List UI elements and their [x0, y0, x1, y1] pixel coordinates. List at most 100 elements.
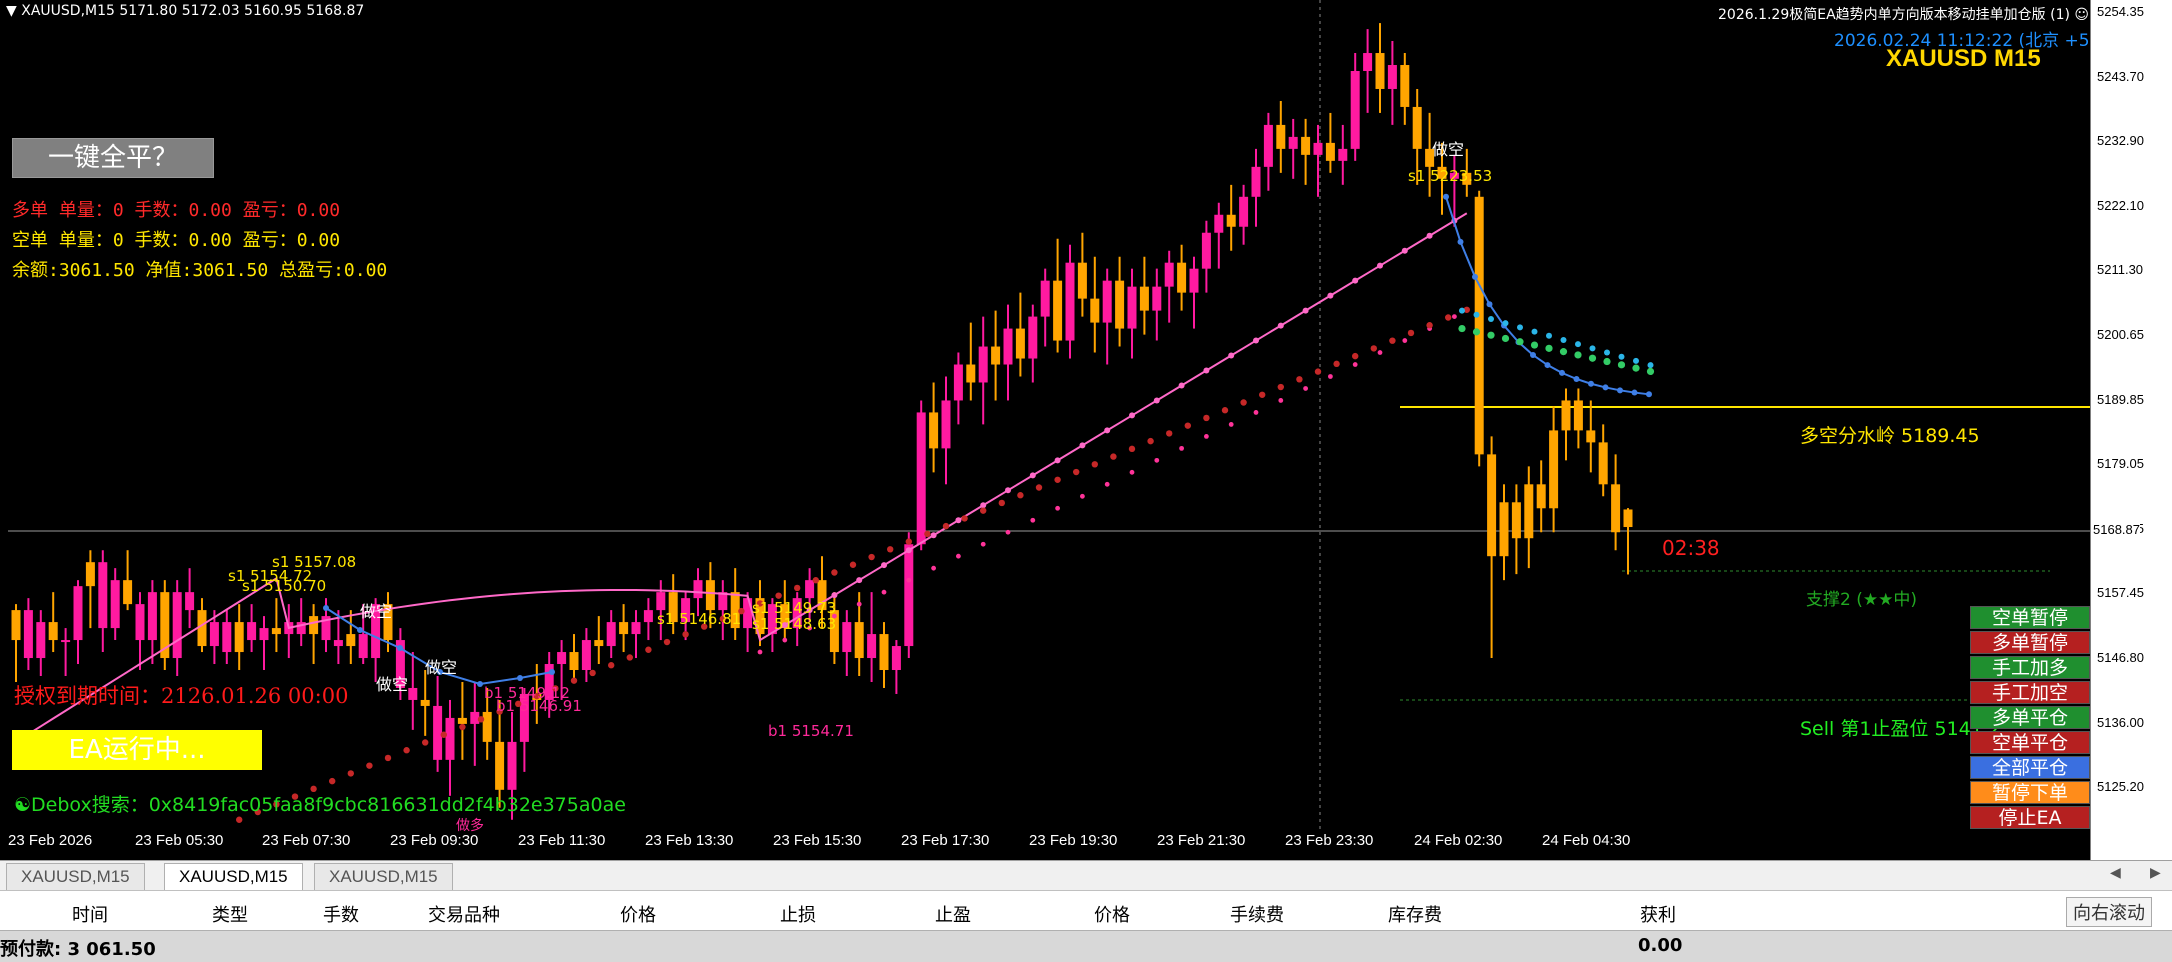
- lower-trend-dot: [440, 731, 447, 738]
- candle-body: [1164, 262, 1174, 287]
- price-tick-label: 5146.80: [2097, 650, 2144, 665]
- ea-control-button[interactable]: 空单暂停: [1970, 606, 2090, 629]
- candle-body: [433, 705, 443, 760]
- lower-trend-dot: [1352, 352, 1359, 360]
- long-stats: 多单 单量：0 手数：0.00 盈亏：0.00: [12, 200, 341, 221]
- ma-dot: [881, 562, 887, 569]
- lower-trend-dot: [1147, 437, 1154, 445]
- ma-dot: [1253, 337, 1259, 344]
- candle-body: [346, 634, 356, 647]
- terminal-summary: 预付款: 3 061.50 0.00: [0, 930, 2172, 962]
- candle-body: [1102, 280, 1112, 323]
- ea-control-button[interactable]: 停止EA: [1970, 806, 2090, 829]
- time-tick-label: 23 Feb 23:30: [1285, 832, 1374, 849]
- candle-body: [1536, 484, 1546, 509]
- close-all-button[interactable]: 一键全平？: [12, 138, 214, 178]
- dropdown-triangle-icon[interactable]: ▼: [6, 3, 17, 19]
- lower-trend-dot: [663, 638, 671, 646]
- candle-body: [23, 610, 33, 659]
- candle-body: [1115, 280, 1125, 329]
- current-price-tag: 5168.87: [2093, 522, 2140, 537]
- mid-trend-dot: [906, 577, 912, 583]
- candle-body: [271, 628, 281, 635]
- terminal-column-header[interactable]: 止盈: [935, 901, 971, 927]
- time-tick-label: 24 Feb 04:30: [1542, 832, 1631, 849]
- terminal-column-header[interactable]: 库存费: [1388, 901, 1442, 927]
- tab-chart-3[interactable]: XAUUSD,M15: [314, 863, 453, 891]
- upper-band-dot: [1618, 353, 1625, 360]
- ma-dot: [1129, 412, 1135, 419]
- upper-band-dot: [1517, 324, 1523, 331]
- time-tick-label: 23 Feb 17:30: [901, 832, 990, 849]
- scroll-right-icon[interactable]: ▶: [2150, 865, 2161, 881]
- lower-trend-dot: [329, 777, 336, 785]
- terminal-column-header[interactable]: 价格: [1094, 901, 1130, 927]
- candle-body: [916, 412, 926, 545]
- ea-control-button[interactable]: 多单暂停: [1970, 631, 2090, 654]
- upper-band-dot: [1589, 345, 1596, 352]
- ea-control-button[interactable]: 暂停下单: [1970, 781, 2090, 804]
- lower-trend-dot: [1128, 445, 1136, 453]
- lower-trend-dot: [1296, 376, 1303, 383]
- mid-trend-dot: [1204, 433, 1209, 439]
- candle-body: [1127, 286, 1137, 329]
- lower-trend-dot: [682, 631, 689, 638]
- short-stats: 空单 单量：0 手数：0.00 盈亏：0.00: [12, 230, 341, 251]
- trend-dot: [1530, 352, 1536, 359]
- mid-trend-dot: [1055, 505, 1060, 511]
- tab-chart-1[interactable]: XAUUSD,M15: [6, 863, 145, 891]
- profit-summary: 0.00: [1638, 935, 1683, 956]
- terminal-column-header[interactable]: 手数: [323, 901, 359, 927]
- buy-level-3: b1 5154.71: [768, 722, 854, 740]
- terminal-column-header[interactable]: 类型: [212, 901, 248, 927]
- candle-body: [1549, 430, 1559, 509]
- time-tick-label: 23 Feb 15:30: [773, 832, 862, 849]
- terminal-column-header[interactable]: 价格: [620, 901, 656, 927]
- candle-body: [743, 598, 753, 629]
- license-expiry: 授权到期时间：2126.01.26 00:00: [14, 684, 349, 708]
- lower-trend-dot: [868, 553, 875, 561]
- candle-body: [1077, 262, 1087, 299]
- candle-body: [705, 580, 715, 611]
- terminal-column-header[interactable]: 时间: [72, 901, 108, 927]
- candle-body: [1350, 71, 1360, 149]
- candle-body: [1065, 262, 1075, 341]
- terminal-column-header[interactable]: 止损: [780, 901, 816, 927]
- terminal-column-header[interactable]: 手续费: [1230, 901, 1284, 927]
- scroll-left-icon[interactable]: ◀: [2110, 865, 2121, 881]
- candle-body: [854, 622, 864, 659]
- short-signal-a: 做空: [360, 602, 393, 621]
- ea-control-button[interactable]: 手工加空: [1970, 681, 2090, 704]
- price-axis[interactable]: 5254.35 5243.70 5232.90 5222.10 5211.30 5200.…: [2090, 0, 2172, 860]
- candle-body: [185, 592, 195, 611]
- terminal-column-header[interactable]: 交易品种: [428, 901, 500, 927]
- mid-trend-dot: [980, 541, 986, 547]
- terminal-column-header[interactable]: 获利: [1640, 901, 1676, 927]
- ea-control-button[interactable]: 全部平仓: [1970, 756, 2090, 779]
- tab-chart-2[interactable]: XAUUSD,M15: [164, 863, 303, 891]
- time-tick-label: 23 Feb 13:30: [645, 832, 734, 849]
- scroll-right-button[interactable]: 向右滚动: [2066, 897, 2152, 927]
- chart-header-text: XAUUSD,M15 5171.80 5172.03 5160.95 5168.…: [21, 3, 365, 19]
- lower-trend-dot: [1054, 476, 1061, 483]
- candle-body: [1499, 502, 1509, 557]
- ea-control-button[interactable]: 手工加多: [1970, 656, 2090, 679]
- candle-body: [358, 634, 368, 659]
- candle-body: [904, 544, 914, 647]
- ea-control-button[interactable]: 多单平仓: [1970, 706, 2090, 729]
- lower-trend-dot: [1110, 453, 1117, 460]
- debox-search: ☯Debox搜索：0x8419fac05faa8f9cbc816631dd2f4…: [14, 794, 626, 816]
- lower-trend-dot: [942, 522, 950, 530]
- candle-body: [631, 622, 641, 635]
- price-chart[interactable]: ▼ XAUUSD,M15 5171.80 5172.03 5160.95 516…: [0, 0, 2172, 860]
- candle-body: [606, 622, 616, 647]
- candle-body: [941, 400, 951, 449]
- support-label: 支撑2 (★★中): [1806, 590, 1917, 610]
- time-tick-label: 23 Feb 07:30: [262, 832, 351, 849]
- mid-trend-dot: [1352, 362, 1358, 367]
- ea-control-button[interactable]: 空单平仓: [1970, 731, 2090, 754]
- lower-trend-dot: [384, 754, 392, 762]
- lower-trend-dot: [1203, 414, 1210, 422]
- lower-trend-dot: [849, 561, 857, 568]
- candle-body: [1003, 328, 1013, 365]
